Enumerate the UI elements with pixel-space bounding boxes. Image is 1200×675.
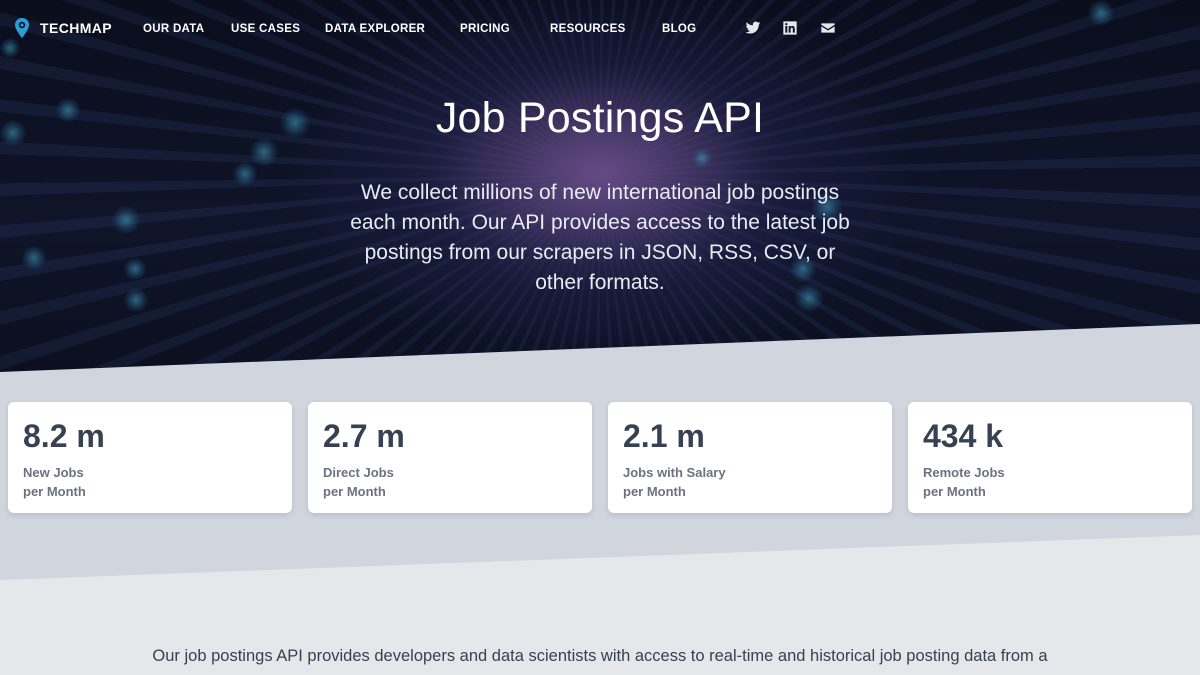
map-pin-icon xyxy=(15,18,29,38)
twitter-link[interactable] xyxy=(745,20,761,36)
brand-name: TECHMAP xyxy=(40,20,113,36)
stat-label-line1: Jobs with Salary xyxy=(623,465,726,480)
hero-subtitle: We collect millions of new international… xyxy=(350,181,850,294)
stat-value: 2.1 m xyxy=(623,418,705,454)
stat-label: Jobs with Salary per Month xyxy=(623,463,726,501)
stat-label-line1: New Jobs xyxy=(23,465,84,480)
nav-blog[interactable]: BLOG xyxy=(662,23,696,35)
nav-data-explorer[interactable]: DATA EXPLORER xyxy=(325,23,425,35)
stat-label-line2: per Month xyxy=(923,484,986,499)
linkedin-icon xyxy=(783,21,797,35)
nav-resources[interactable]: RESOURCES xyxy=(550,23,626,35)
stat-label: Direct Jobs per Month xyxy=(323,463,394,501)
stat-label: Remote Jobs per Month xyxy=(923,463,1005,501)
stat-label-line2: per Month xyxy=(323,484,386,499)
stat-label-line2: per Month xyxy=(23,484,86,499)
stat-card-new-jobs: 8.2 m New Jobs per Month xyxy=(8,402,292,513)
stat-label-line1: Remote Jobs xyxy=(923,465,1005,480)
page: TECHMAP OUR DATA USE CASES DATA EXPLORER… xyxy=(0,0,1200,675)
intro-paragraph: Our job postings API provides developers… xyxy=(152,647,1048,665)
mail-icon xyxy=(821,23,835,33)
stat-value: 2.7 m xyxy=(323,418,405,454)
nav-use-cases[interactable]: USE CASES xyxy=(231,23,300,35)
nav-pricing[interactable]: PRICING xyxy=(460,23,510,35)
stat-label-line2: per Month xyxy=(623,484,686,499)
twitter-icon xyxy=(745,21,761,34)
linkedin-link[interactable] xyxy=(782,20,798,36)
stat-value: 434 k xyxy=(923,418,1004,454)
mail-link[interactable] xyxy=(820,20,836,36)
stat-label-line1: Direct Jobs xyxy=(323,465,394,480)
nav-our-data[interactable]: OUR DATA xyxy=(143,23,204,35)
top-nav: TECHMAP OUR DATA USE CASES DATA EXPLORER… xyxy=(0,0,1200,58)
stat-label: New Jobs per Month xyxy=(23,463,86,501)
stat-card-direct-jobs: 2.7 m Direct Jobs per Month xyxy=(308,402,592,513)
stat-value: 8.2 m xyxy=(23,418,105,454)
stat-card-jobs-with-salary: 2.1 m Jobs with Salary per Month xyxy=(608,402,892,513)
stat-card-remote-jobs: 434 k Remote Jobs per Month xyxy=(908,402,1192,513)
brand-logo[interactable]: TECHMAP xyxy=(14,17,112,39)
page-title: Job Postings API xyxy=(435,94,765,142)
